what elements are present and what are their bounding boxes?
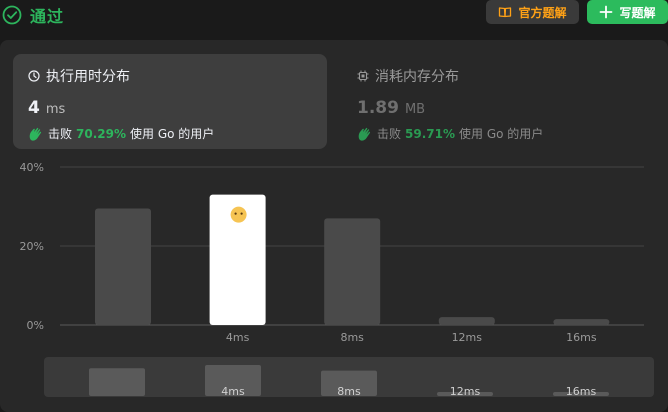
brush-label: 4ms (221, 385, 245, 398)
bar[interactable] (324, 218, 381, 325)
brush-label: 8ms (337, 385, 361, 398)
avatar-eye (234, 212, 237, 215)
bar[interactable] (438, 317, 495, 325)
bar[interactable] (95, 208, 151, 325)
avatar-eye (240, 212, 243, 215)
y-tick-label: 20% (20, 240, 44, 253)
bar[interactable] (553, 319, 610, 325)
brush-label: 12ms (450, 385, 481, 398)
runtime-distribution-chart: 0% 20% 40% 4ms 8ms 12ms 16ms 4ms 8ms 12ms 16ms (20, 161, 654, 398)
y-tick-label: 40% (20, 161, 44, 174)
user-avatar-icon (230, 206, 247, 223)
y-tick-label: 0% (27, 319, 44, 332)
x-tick-label: 16ms (566, 331, 597, 344)
brush-bar (89, 368, 145, 396)
brush-label: 16ms (566, 385, 597, 398)
x-tick-label: 8ms (340, 331, 364, 344)
x-tick-label: 12ms (452, 331, 483, 344)
x-tick-label: 4ms (226, 331, 250, 344)
